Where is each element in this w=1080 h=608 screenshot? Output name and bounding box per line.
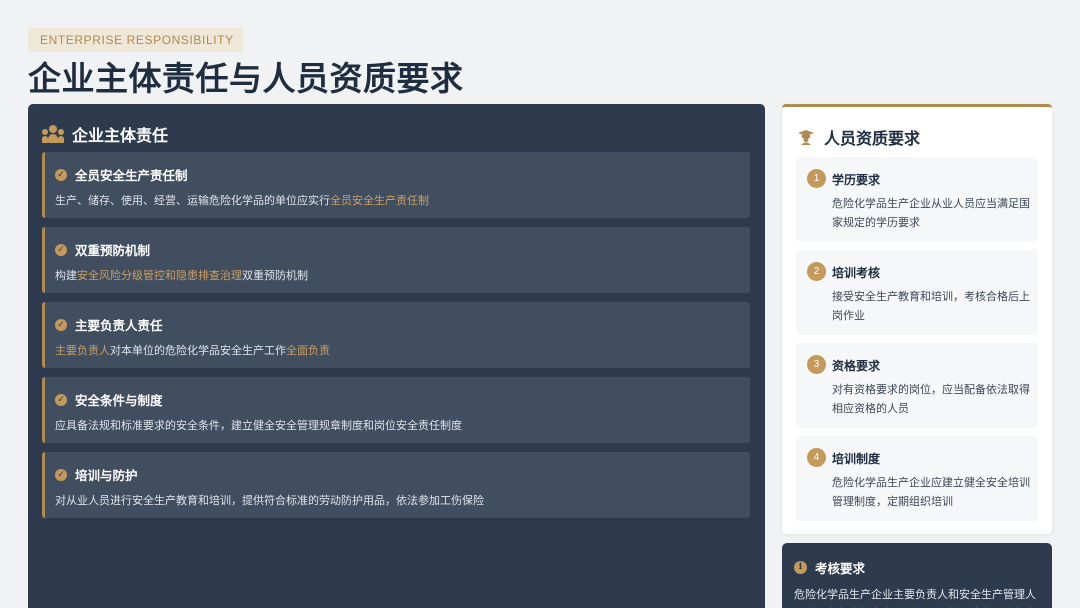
requirement-item: 1 学历要求危险化学品生产企业从业人员应当满足国家规定的学历要求 <box>796 157 1038 242</box>
description-text: 双重预防机制 <box>242 269 308 282</box>
requirement-description: 接受安全生产教育和培训，考核合格后上岗作业 <box>832 290 1030 322</box>
requirement-title: 培训考核 <box>832 266 881 280</box>
assessment-text: 危险化学品生产企业主要负责人和安全生产管理人员应具备相应的安全生产知识和管理能力… <box>794 588 1036 608</box>
assessment-panel: i 考核要求 危险化学品生产企业主要负责人和安全生产管理人员应具备相应的安全生产… <box>782 543 1052 608</box>
card-description: 对从业人员进行安全生产教育和培训，提供符合标准的劳动防护用品，依法参加工伤保险 <box>55 492 750 508</box>
requirement-title: 学历要求 <box>832 173 881 187</box>
requirement-item: 4 培训制度危险化学品生产企业应建立健全安全培训管理制度，定期组织培训 <box>796 436 1038 521</box>
card-header: ✓ 双重预防机制 <box>55 240 750 259</box>
step-number-badge: 4 <box>807 448 826 467</box>
graduate-icon <box>798 130 814 145</box>
requirement-title: 培训制度 <box>832 452 881 466</box>
card-title: 培训与防护 <box>75 468 138 483</box>
requirement-item: 3 资格要求对有资格要求的岗位，应当配备依法取得相应资格的人员 <box>796 343 1038 428</box>
highlight-text: 全面负责 <box>286 344 330 357</box>
assessment-header: i 考核要求 <box>794 558 1040 577</box>
check-circle-icon: ✓ <box>55 243 67 256</box>
qualification-panel: 人员资质要求 1 学历要求 危险化学品生产企业从业人员应当满足国家规定的学历要求 2 培… <box>782 104 1052 534</box>
info-icon: i <box>794 561 807 574</box>
card-title: 主要负责人责任 <box>75 318 163 333</box>
step-number-badge: 3 <box>807 355 826 374</box>
responsibility-card: ✓ 培训与防护对从业人员进行安全生产教育和培训，提供符合标准的劳动防护用品，依法参… <box>42 452 750 518</box>
card-header: ✓ 培训与防护 <box>55 465 750 484</box>
panel-title: 企业主体责任 <box>72 126 169 145</box>
requirement-title: 资格要求 <box>832 359 881 373</box>
section-tag: ENTERPRISE RESPONSIBILITY <box>28 28 243 52</box>
card-header: ✓ 主要负责人责任 <box>55 315 750 334</box>
check-circle-icon: ✓ <box>55 168 67 181</box>
responsibility-card: ✓ 全员安全生产责任制 生产、储存、使用、经营、运输危险化学品的单位应实行全员安全生… <box>42 152 750 218</box>
requirement-description: 危险化学品生产企业应建立健全安全培训管理制度，定期组织培训 <box>832 476 1030 508</box>
description-text: 构建 <box>55 269 77 282</box>
step-number-badge: 1 <box>807 169 826 188</box>
description-text: 对本单位的危险化学品安全生产工作 <box>110 344 286 357</box>
card-description: 主要负责人对本单位的危险化学品安全生产工作全面负责 <box>55 342 750 358</box>
check-circle-icon: ✓ <box>55 393 67 406</box>
description-text: 对从业人员进行安全生产教育和培训，提供符合标准的劳动防护用品，依法参加工伤保险 <box>55 494 484 507</box>
card-title: 双重预防机制 <box>75 243 151 258</box>
highlight-text: 安全风险分级管控和隐患排查治理 <box>77 269 242 282</box>
highlight-text: 主要负责人 <box>55 344 110 357</box>
responsibility-list: ✓ 全员安全生产责任制 生产、储存、使用、经营、运输危险化学品的单位应实行全员安全生… <box>42 152 750 527</box>
panel-header: 人员资质要求 <box>798 125 920 149</box>
card-title: 安全条件与制度 <box>75 393 163 408</box>
card-description: 构建安全风险分级管控和隐患排查治理双重预防机制 <box>55 267 750 283</box>
enterprise-responsibility-panel: 企业主体责任 ✓ 全员安全生产责任制 生产、储存、使用、经营、运输危险化学品的单位应… <box>28 104 765 608</box>
card-header: ✓ 安全条件与制度 <box>55 390 750 409</box>
step-number-badge: 2 <box>807 262 826 281</box>
card-description: 应具备法规和标准要求的安全条件，建立健全安全管理规章制度和岗位安全责任制度 <box>55 417 750 433</box>
requirement-description: 对有资格要求的岗位，应当配备依法取得相应资格的人员 <box>832 383 1030 415</box>
description-text: 生产、储存、使用、经营、运输危险化学品的单位应实行 <box>55 194 330 207</box>
card-header: ✓ 全员安全生产责任制 <box>55 165 750 184</box>
card-title: 全员安全生产责任制 <box>75 168 188 183</box>
card-description: 生产、储存、使用、经营、运输危险化学品的单位应实行全员安全生产责任制 <box>55 192 750 208</box>
panel-header: 企业主体责任 <box>42 122 168 146</box>
check-circle-icon: ✓ <box>55 468 67 481</box>
requirement-list: 1 学历要求危险化学品生产企业从业人员应当满足国家规定的学历要求 2 培训考核接受安全… <box>796 157 1038 529</box>
panel-title: 人员资质要求 <box>824 129 921 148</box>
assessment-title: 考核要求 <box>815 561 866 576</box>
requirement-description: 危险化学品生产企业从业人员应当满足国家规定的学历要求 <box>832 197 1030 229</box>
highlight-text: 全员安全生产责任制 <box>330 194 429 207</box>
check-circle-icon: ✓ <box>55 318 67 331</box>
users-icon <box>42 125 64 143</box>
page-title: 企业主体责任与人员资质要求 <box>28 59 464 98</box>
responsibility-card: ✓ 双重预防机制 构建安全风险分级管控和隐患排查治理双重预防机制 <box>42 227 750 293</box>
description-text: 应具备法规和标准要求的安全条件，建立健全安全管理规章制度和岗位安全责任制度 <box>55 419 462 432</box>
requirement-item: 2 培训考核接受安全生产教育和培训，考核合格后上岗作业 <box>796 250 1038 335</box>
responsibility-card: ✓ 主要负责人责任主要负责人对本单位的危险化学品安全生产工作全面负责 <box>42 302 750 368</box>
responsibility-card: ✓ 安全条件与制度应具备法规和标准要求的安全条件，建立健全安全管理规章制度和岗位安… <box>42 377 750 443</box>
